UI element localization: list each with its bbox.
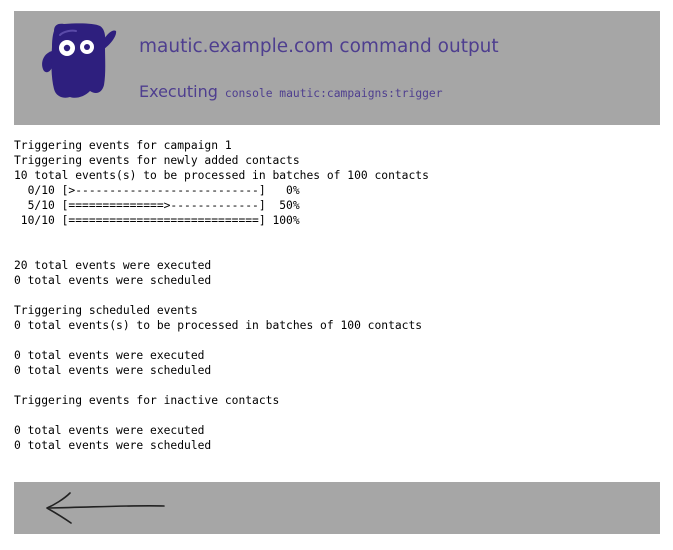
- executing-label: Executing: [139, 82, 218, 101]
- output-line: Triggering scheduled events: [14, 304, 198, 317]
- back-arrow-icon[interactable]: [40, 489, 166, 529]
- output-line: Triggering events for newly added contac…: [14, 154, 300, 167]
- output-line: 0 total events were executed: [14, 424, 205, 437]
- header-banner: mautic.example.com command output Execut…: [14, 11, 660, 125]
- output-line: Triggering events for campaign 1: [14, 139, 232, 152]
- output-line: 10/10 [============================] 100…: [14, 214, 300, 227]
- output-line: 0/10 [>---------------------------] 0%: [14, 184, 300, 197]
- page-title: mautic.example.com command output: [139, 36, 499, 57]
- output-line: 20 total events were executed: [14, 259, 212, 272]
- output-line: 0 total events were scheduled: [14, 274, 212, 287]
- output-line: 5/10 [==============>-------------] 50%: [14, 199, 300, 212]
- mautic-mascot-logo: [42, 23, 117, 98]
- output-line: 0 total events were executed: [14, 349, 205, 362]
- command-output-page: mautic.example.com command output Execut…: [0, 0, 673, 550]
- output-line: 0 total events(s) to be processed in bat…: [14, 319, 423, 332]
- output-line: 10 total events(s) to be processed in ba…: [14, 169, 429, 182]
- executed-command: console mautic:campaigns:trigger: [224, 87, 443, 100]
- output-line: 0 total events were scheduled: [14, 439, 212, 452]
- executing-subtitle: Executing console mautic:campaigns:trigg…: [139, 82, 443, 102]
- console-output: Triggering events for campaign 1 Triggeri…: [14, 138, 654, 453]
- output-line: 0 total events were scheduled: [14, 364, 212, 377]
- footer-bar: [14, 482, 660, 534]
- output-line: Triggering events for inactive contacts: [14, 394, 280, 407]
